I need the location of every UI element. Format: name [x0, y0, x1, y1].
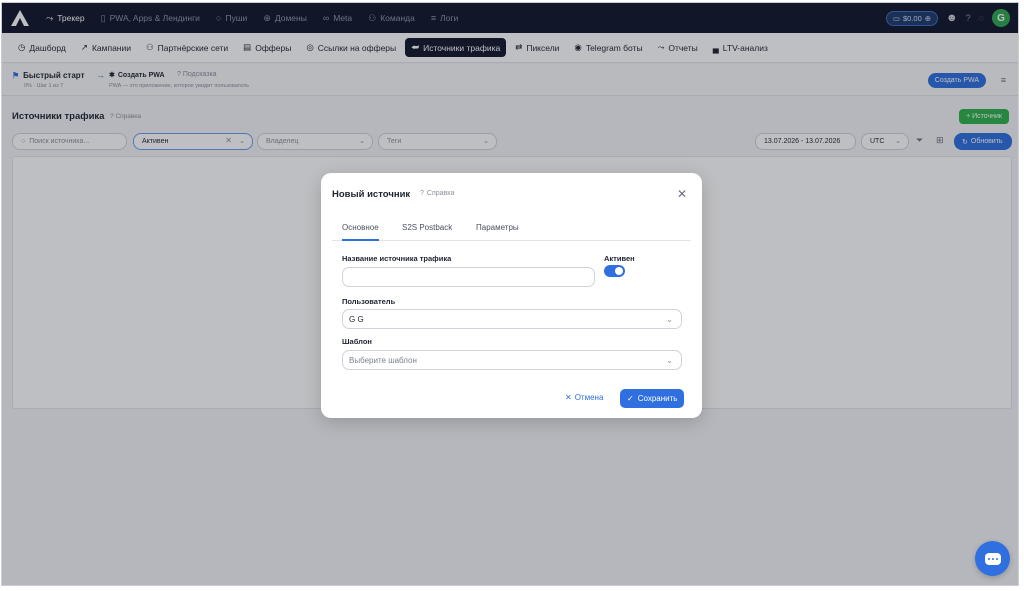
user-label: Пользователь: [342, 297, 396, 306]
modal-tabs: Основное S2S Postback Параметры: [332, 217, 691, 241]
save-button[interactable]: ✓ Сохранить: [620, 389, 685, 408]
user-select[interactable]: G G ⌄: [342, 309, 682, 329]
close-icon[interactable]: ✕: [677, 187, 687, 201]
tab-s2s-postback[interactable]: S2S Postback: [402, 223, 452, 232]
template-select[interactable]: Выберите шаблон ⌄: [342, 350, 682, 370]
toggle-knob: [615, 267, 623, 275]
modal-title: Новый источник: [332, 189, 411, 200]
question-icon: ?: [420, 190, 424, 197]
chat-bubble-icon: [984, 552, 1001, 565]
tab-parameters[interactable]: Параметры: [476, 223, 519, 232]
template-label: Шаблон: [342, 337, 372, 346]
chat-widget-button[interactable]: [975, 541, 1010, 576]
chevron-down-icon: ⌄: [666, 356, 673, 365]
close-icon: ✕: [565, 393, 572, 402]
chevron-down-icon: ⌄: [666, 315, 673, 324]
modal-help-link[interactable]: ? Справка: [420, 190, 454, 197]
active-toggle[interactable]: [604, 265, 625, 277]
tab-general[interactable]: Основное: [342, 223, 379, 241]
active-label: Активен: [604, 254, 635, 263]
check-icon: ✓: [627, 394, 634, 403]
new-source-modal: Новый источник ? Справка ✕ Основное S2S …: [321, 173, 702, 418]
app-window: ⤳ Трекер ▯ PWA, Apps & Лендинги ○ Пуши ⊕ Домены…: [1, 2, 1019, 586]
source-name-input[interactable]: [342, 267, 595, 287]
source-name-label: Название источника трафика: [342, 254, 452, 263]
cancel-button[interactable]: ✕ Отмена: [565, 393, 603, 402]
